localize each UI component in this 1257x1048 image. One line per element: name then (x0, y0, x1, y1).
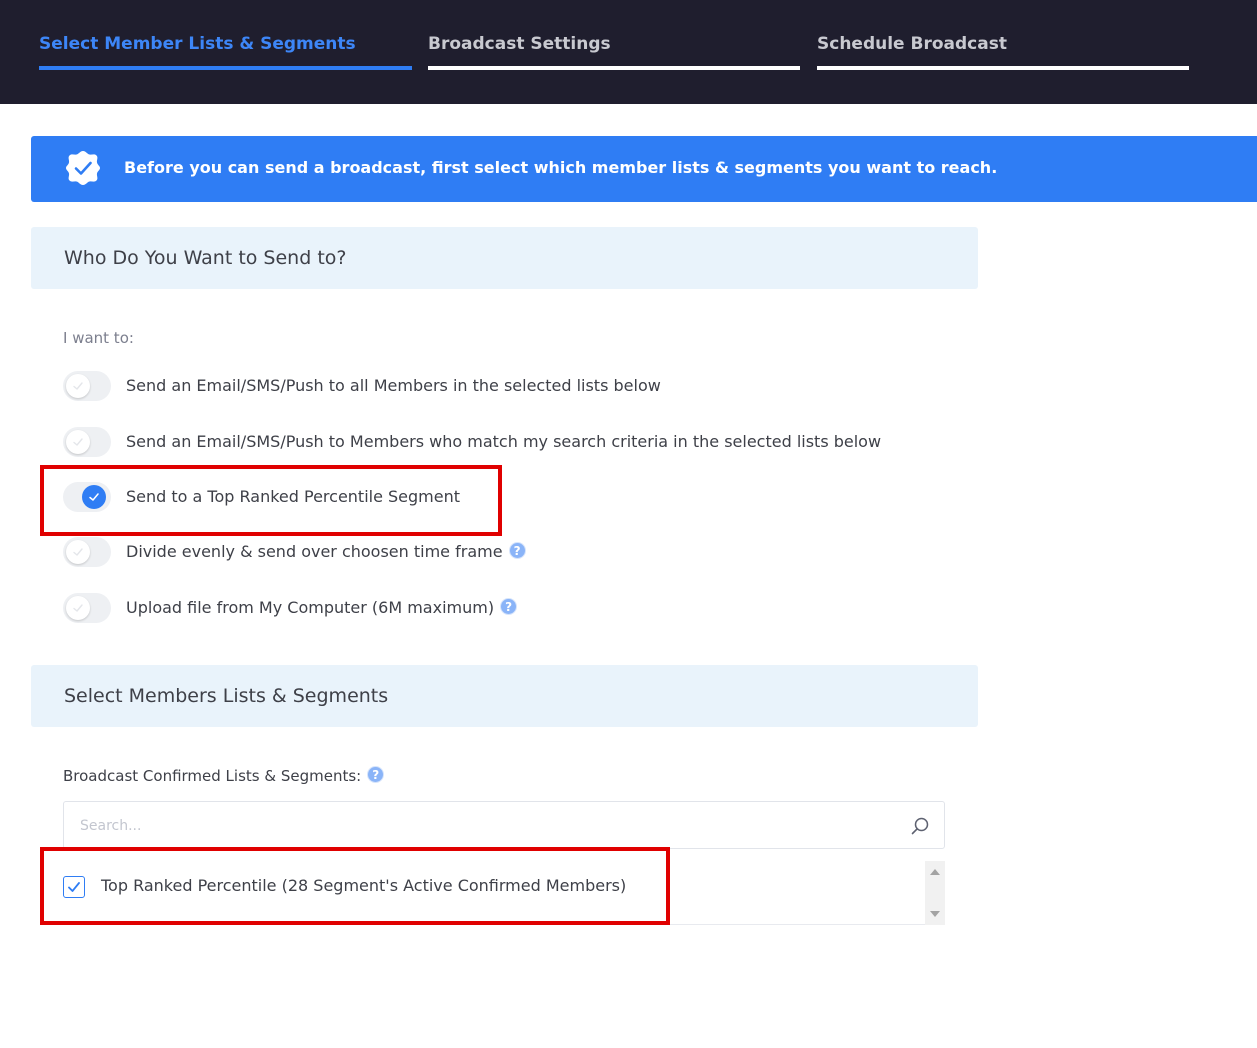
check-icon (73, 604, 83, 612)
info-banner: Before you can send a broadcast, first s… (31, 136, 1257, 202)
help-icon[interactable]: ? (500, 598, 518, 615)
option-label: Send an Email/SMS/Push to Members who ma… (126, 432, 882, 451)
option-label: Upload file from My Computer (6M maximum… (126, 598, 495, 617)
help-icon[interactable]: ? (367, 766, 385, 783)
check-icon (73, 548, 83, 556)
topbar-edge (0, 100, 31, 104)
check-icon (73, 438, 83, 446)
toggle-switch[interactable] (63, 537, 111, 567)
toggle-knob (66, 374, 90, 398)
toggle-knob (66, 596, 90, 620)
highlight-box (40, 465, 502, 536)
option-label-wrap: Divide evenly & send over choosen time f… (126, 540, 526, 564)
tab-label: Broadcast Settings (428, 34, 611, 54)
tab-broadcast-settings[interactable]: Broadcast Settings (428, 30, 800, 72)
tab-select-member-lists[interactable]: Select Member Lists & Segments (39, 30, 412, 72)
wizard-tab-bar: Select Member Lists & Segments Broadcast… (0, 0, 1257, 104)
lists-caption-text: Broadcast Confirmed Lists & Segments: (63, 767, 362, 785)
lists-search-box (63, 801, 945, 849)
toggle-switch[interactable] (63, 593, 111, 623)
tab-label: Select Member Lists & Segments (39, 34, 356, 54)
highlight-box (40, 847, 670, 925)
check-badge-icon (66, 151, 100, 185)
check-icon (73, 382, 83, 390)
help-icon[interactable]: ? (508, 542, 526, 559)
option-label: Divide evenly & send over choosen time f… (126, 542, 503, 561)
tab-label: Schedule Broadcast (817, 34, 1007, 54)
search-icon[interactable] (910, 816, 930, 836)
tab-underline (428, 66, 800, 70)
option-label-wrap: Upload file from My Computer (6M maximum… (126, 596, 518, 620)
section-title: Who Do You Want to Send to? (64, 247, 347, 269)
search-input[interactable] (80, 814, 880, 838)
toggle-switch[interactable] (63, 427, 111, 457)
scroll-up-arrow-icon[interactable] (930, 869, 940, 875)
lists-caption: Broadcast Confirmed Lists & Segments:? (63, 764, 385, 788)
section-header-select-lists: Select Members Lists & Segments (31, 665, 978, 727)
toggle-knob (66, 430, 90, 454)
listbox-scrollbar[interactable] (925, 861, 945, 925)
tab-underline (817, 66, 1189, 70)
toggle-switch[interactable] (63, 371, 111, 401)
tab-underline (39, 66, 412, 70)
banner-text: Before you can send a broadcast, first s… (124, 158, 998, 177)
option-label: Send an Email/SMS/Push to all Members in… (126, 376, 661, 395)
toggle-knob (66, 540, 90, 564)
scroll-down-arrow-icon[interactable] (930, 911, 940, 917)
section-title: Select Members Lists & Segments (64, 685, 389, 707)
options-intro: I want to: (63, 329, 134, 347)
tab-schedule-broadcast[interactable]: Schedule Broadcast (817, 30, 1189, 72)
section-header-who-to-send: Who Do You Want to Send to? (31, 227, 978, 289)
